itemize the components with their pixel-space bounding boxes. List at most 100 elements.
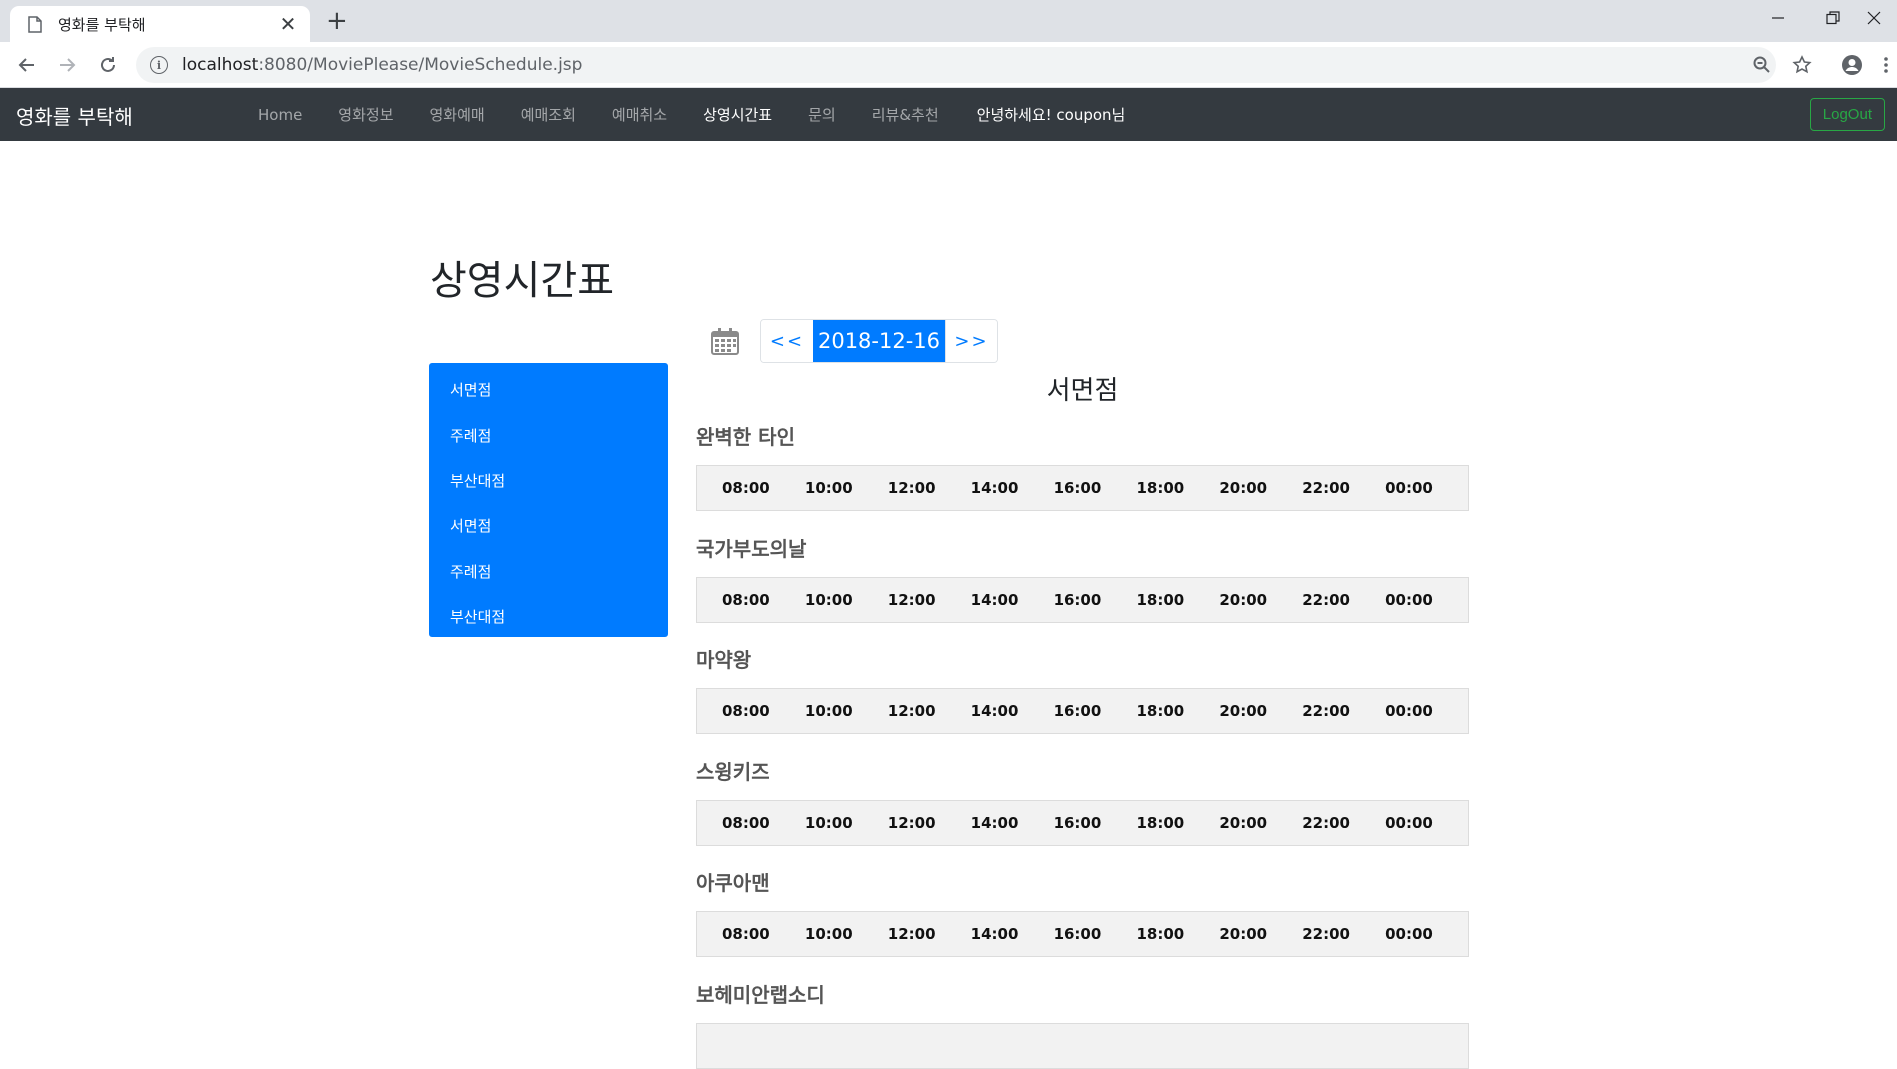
reload-icon[interactable]: [94, 51, 122, 79]
showtime-button[interactable]: 10:00: [805, 702, 888, 720]
menu-home[interactable]: Home: [240, 106, 320, 124]
menu-schedule[interactable]: 상영시간표: [685, 104, 790, 125]
close-tab-icon[interactable]: ✕: [278, 14, 298, 34]
showtime-row: 08:00 10:00 12:00 14:00 16:00 18:00 20:00 22:00…: [696, 576, 1469, 623]
movie-title: 보헤미안랩소디: [696, 982, 825, 1007]
minimize-icon[interactable]: [1755, 0, 1801, 36]
movie-title: 마약왕: [696, 648, 752, 672]
showtime-button[interactable]: 12:00: [888, 702, 971, 720]
showtime-button[interactable]: 12:00: [888, 814, 971, 832]
showtime-button[interactable]: 16:00: [1054, 814, 1137, 832]
showtime-button[interactable]: 20:00: [1219, 702, 1302, 720]
showtime-button[interactable]: 20:00: [1219, 925, 1302, 943]
close-window-icon[interactable]: [1851, 0, 1897, 36]
selected-theater: 서면점: [1046, 376, 1119, 406]
showtime-button[interactable]: 22:00: [1302, 702, 1385, 720]
tab-title: 영화를 부탁해: [58, 15, 146, 34]
showtime-button[interactable]: 16:00: [1054, 591, 1137, 609]
menu-booking-lookup[interactable]: 예매조회: [503, 104, 594, 125]
movie-schedule: 보헤미안랩소디: [696, 979, 1469, 1069]
showtime-button[interactable]: 00:00: [1385, 925, 1468, 943]
next-date-button[interactable]: >>: [945, 320, 997, 362]
theater-item[interactable]: 부산대점: [429, 594, 668, 639]
browser-tabstrip: 영화를 부탁해 ✕ +: [0, 0, 1897, 42]
showtime-button[interactable]: 18:00: [1136, 591, 1219, 609]
showtime-button[interactable]: 20:00: [1219, 814, 1302, 832]
showtime-button[interactable]: 08:00: [722, 591, 805, 609]
menu-review[interactable]: 리뷰&추천: [854, 104, 957, 125]
showtime-button[interactable]: 16:00: [1054, 702, 1137, 720]
showtime-button[interactable]: 08:00: [722, 479, 805, 497]
menu-kebab-icon[interactable]: [1878, 51, 1894, 79]
menu-booking[interactable]: 영화예매: [412, 104, 503, 125]
movie-title: 스윙키즈: [696, 759, 770, 784]
menu-inquiry[interactable]: 문의: [790, 104, 854, 125]
zoom-icon[interactable]: [1748, 51, 1776, 79]
menu-movie-info[interactable]: 영화정보: [320, 104, 411, 125]
showtime-button[interactable]: 18:00: [1136, 702, 1219, 720]
calendar-icon[interactable]: [710, 327, 740, 355]
showtime-button[interactable]: 00:00: [1385, 479, 1468, 497]
showtime-button[interactable]: 14:00: [971, 702, 1054, 720]
showtime-button[interactable]: 10:00: [805, 925, 888, 943]
bookmark-star-icon[interactable]: [1788, 51, 1816, 79]
restore-icon[interactable]: [1810, 0, 1856, 36]
new-tab-icon[interactable]: +: [326, 8, 348, 34]
browser-toolbar: i localhost:8080/MoviePlease/MovieSchedu…: [0, 42, 1897, 88]
movie-title: 국가부도의날: [696, 536, 807, 561]
site-brand[interactable]: 영화를 부탁해: [16, 101, 133, 130]
showtime-button[interactable]: 18:00: [1136, 479, 1219, 497]
showtime-button[interactable]: 14:00: [971, 814, 1054, 832]
showtime-button[interactable]: 22:00: [1302, 591, 1385, 609]
showtime-button[interactable]: 18:00: [1136, 925, 1219, 943]
movie-title: 아쿠아맨: [696, 871, 770, 895]
profile-icon[interactable]: [1838, 51, 1866, 79]
current-date: 2018-12-16: [813, 320, 945, 362]
showtime-button[interactable]: 00:00: [1385, 591, 1468, 609]
showtime-button[interactable]: 12:00: [888, 591, 971, 609]
theater-item[interactable]: 주례점: [429, 412, 668, 457]
prev-date-button[interactable]: <<: [761, 320, 813, 362]
showtime-button[interactable]: 22:00: [1302, 814, 1385, 832]
showtime-button[interactable]: 12:00: [888, 925, 971, 943]
showtime-button[interactable]: 20:00: [1219, 479, 1302, 497]
showtime-button[interactable]: 14:00: [971, 591, 1054, 609]
theater-item[interactable]: 부산대점: [429, 458, 668, 503]
showtime-button[interactable]: 12:00: [888, 479, 971, 497]
document-icon: [28, 15, 42, 33]
showtime-button[interactable]: 10:00: [805, 814, 888, 832]
back-icon[interactable]: [13, 51, 41, 79]
movie-schedule: 아쿠아맨 08:00 10:00 12:00 14:00 16:00 18:00 20:00 2…: [696, 867, 1469, 957]
showtime-button[interactable]: 08:00: [722, 925, 805, 943]
movie-schedule: 스윙키즈 08:00 10:00 12:00 14:00 16:00 18:00 20:00 2…: [696, 756, 1469, 846]
showtime-button[interactable]: 18:00: [1136, 814, 1219, 832]
site-info-icon[interactable]: i: [150, 56, 168, 74]
menu-booking-cancel[interactable]: 예매취소: [594, 104, 685, 125]
showtime-button[interactable]: 22:00: [1302, 479, 1385, 497]
showtime-button[interactable]: 14:00: [971, 479, 1054, 497]
movie-schedule: 완벽한 타인 08:00 10:00 12:00 14:00 16:00 18:00 20:0…: [696, 421, 1469, 511]
showtime-button[interactable]: 20:00: [1219, 591, 1302, 609]
showtime-button[interactable]: 10:00: [805, 479, 888, 497]
showtime-button[interactable]: 16:00: [1054, 925, 1137, 943]
showtime-button[interactable]: 16:00: [1054, 479, 1137, 497]
showtime-button[interactable]: 22:00: [1302, 925, 1385, 943]
showtime-button[interactable]: 10:00: [805, 591, 888, 609]
theater-item[interactable]: 주례점: [429, 549, 668, 594]
forward-icon[interactable]: [53, 51, 81, 79]
address-bar[interactable]: i localhost:8080/MoviePlease/MovieSchedu…: [136, 47, 1776, 83]
showtime-button[interactable]: 08:00: [722, 814, 805, 832]
showtime-button[interactable]: 08:00: [722, 702, 805, 720]
logout-button[interactable]: LogOut: [1809, 98, 1885, 131]
showtime-button[interactable]: 14:00: [971, 925, 1054, 943]
user-greeting: 안녕하세요! coupon님: [976, 106, 1126, 124]
date-pager: << 2018-12-16 >>: [760, 319, 998, 363]
theater-list: 서면점 주례점 부산대점 서면점 주례점 부산대점: [429, 363, 668, 637]
theater-item[interactable]: 서면점: [429, 367, 668, 412]
showtime-button[interactable]: 00:00: [1385, 702, 1468, 720]
main-menu: Home 영화정보 영화예매 예매조회 예매취소 상영시간표 문의 리뷰&추천 …: [240, 88, 1125, 141]
theater-item[interactable]: 서면점: [429, 503, 668, 548]
showtime-button[interactable]: 00:00: [1385, 814, 1468, 832]
browser-tab[interactable]: 영화를 부탁해 ✕: [10, 6, 310, 42]
showtime-row: 08:00 10:00 12:00 14:00 16:00 18:00 20:00 22:00…: [696, 465, 1469, 511]
